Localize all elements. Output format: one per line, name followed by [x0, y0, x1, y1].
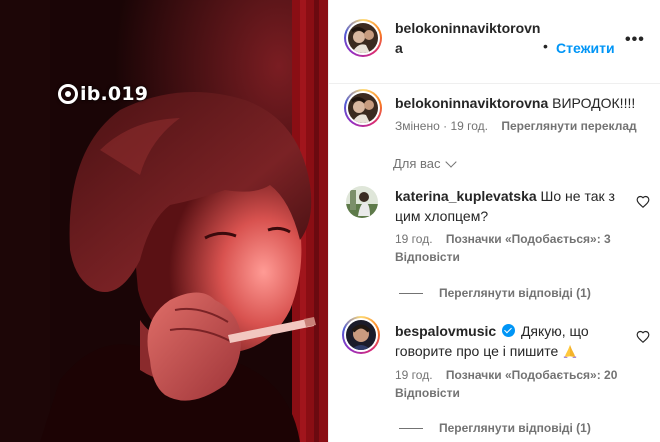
- caption-avatar-image: [348, 93, 378, 123]
- post-side-panel: belokoninnaviktorovn a • Стежити ••• bel…: [328, 0, 660, 442]
- comment-meta: 19 год. Позначки «Подобається»: 20 Відпо…: [395, 366, 631, 402]
- header-separator: •: [543, 38, 548, 54]
- meta-separator: ·: [443, 119, 448, 133]
- view-replies-label: Переглянути відповіді (1): [439, 286, 591, 300]
- post-header: belokoninnaviktorovn a • Стежити •••: [329, 0, 660, 84]
- replies-line: [399, 292, 423, 294]
- comment-meta: 19 год. Позначки «Подобається»: 3 Відпов…: [395, 230, 631, 266]
- caption: belokoninnaviktorovna ВИРОДОК!!!!: [395, 95, 635, 111]
- caption-time[interactable]: 19 год.: [450, 119, 488, 133]
- edited-label: Змінено: [395, 119, 440, 133]
- comment-username[interactable]: katerina_kuplevatska: [395, 188, 537, 204]
- more-options-icon[interactable]: •••: [625, 31, 645, 49]
- view-replies-button[interactable]: Переглянути відповіді (1): [399, 286, 591, 300]
- comment-likes[interactable]: Позначки «Подобається»: 20: [446, 368, 617, 382]
- watermark: ib.019: [58, 83, 148, 105]
- commenter-avatar-image: [346, 320, 376, 350]
- comment-body: katerina_kuplevatska Шо не так з цим хло…: [395, 186, 631, 226]
- author-username[interactable]: belokoninnaviktorovn: [395, 20, 540, 36]
- view-replies-button[interactable]: Переглянути відповіді (1): [399, 421, 591, 435]
- reply-button[interactable]: Відповісти: [395, 386, 460, 400]
- caption-meta: Змінено · 19 год. Переглянути переклад: [395, 119, 637, 133]
- caption-username[interactable]: belokoninnaviktorovna: [395, 95, 548, 111]
- like-heart-icon[interactable]: [636, 195, 650, 209]
- folded-hands-icon: [564, 344, 577, 358]
- author-username-wrap[interactable]: a: [395, 40, 403, 56]
- view-replies-label: Переглянути відповіді (1): [439, 421, 591, 435]
- reply-button[interactable]: Відповісти: [395, 250, 460, 264]
- replies-line: [399, 427, 423, 429]
- threads-logo-icon: [58, 84, 78, 104]
- comment-time[interactable]: 19 год.: [395, 232, 433, 246]
- commenter-avatar-image: [346, 186, 378, 218]
- chevron-down-icon: [444, 155, 457, 168]
- comment-avatar[interactable]: [346, 186, 378, 218]
- like-heart-icon[interactable]: [636, 330, 650, 344]
- post-media[interactable]: ib.019: [0, 0, 328, 442]
- comment-body: bespalovmusic Дякую, що говорите про це …: [395, 321, 631, 361]
- comment-likes[interactable]: Позначки «Подобається»: 3: [446, 232, 611, 246]
- caption-avatar[interactable]: [344, 89, 382, 127]
- sort-label: Для вас: [393, 156, 441, 171]
- comment-time[interactable]: 19 год.: [395, 368, 433, 382]
- comment-sort-dropdown[interactable]: Для вас: [393, 155, 457, 171]
- see-translation-button[interactable]: Переглянути переклад: [501, 119, 636, 133]
- post-photo: [0, 0, 328, 442]
- caption-text: ВИРОДОК!!!!: [552, 95, 636, 111]
- comment-username[interactable]: bespalovmusic: [395, 323, 496, 339]
- author-avatar[interactable]: [344, 19, 382, 57]
- verified-badge-icon: [502, 324, 516, 337]
- follow-button[interactable]: Стежити: [556, 40, 615, 56]
- watermark-text: ib.019: [80, 83, 149, 105]
- author-avatar-image: [348, 23, 378, 53]
- comment-avatar[interactable]: [342, 316, 380, 354]
